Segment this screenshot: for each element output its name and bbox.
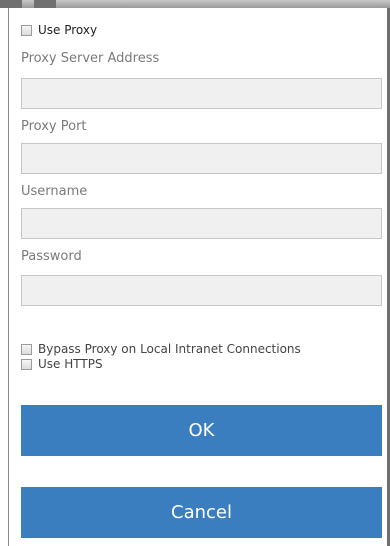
password-label: Password <box>21 249 82 264</box>
bypass-proxy-checkbox[interactable] <box>21 343 32 355</box>
window-top-strip <box>0 0 390 8</box>
ok-button[interactable]: OK <box>21 405 382 456</box>
use-proxy-label: Use Proxy <box>38 23 98 37</box>
strip-segment <box>34 0 56 8</box>
proxy-settings-panel: Use Proxy Proxy Server Address Proxy Por… <box>9 8 387 546</box>
use-proxy-option[interactable]: Use Proxy <box>21 23 97 37</box>
proxy-server-label: Proxy Server Address <box>21 51 160 66</box>
bypass-proxy-option[interactable]: Bypass Proxy on Local Intranet Connectio… <box>21 342 301 356</box>
use-https-label: Use HTTPS <box>38 357 103 371</box>
use-https-option[interactable]: Use HTTPS <box>21 357 103 371</box>
username-label: Username <box>21 184 88 199</box>
strip-segment <box>0 0 22 8</box>
left-border <box>0 8 9 546</box>
use-proxy-checkbox[interactable] <box>21 24 32 36</box>
use-https-checkbox[interactable] <box>21 358 32 370</box>
password-input[interactable] <box>21 275 382 306</box>
proxy-server-input[interactable] <box>21 78 382 109</box>
bypass-proxy-label: Bypass Proxy on Local Intranet Connectio… <box>38 342 301 356</box>
username-input[interactable] <box>21 208 382 239</box>
cancel-button[interactable]: Cancel <box>21 487 382 538</box>
proxy-port-label: Proxy Port <box>21 119 87 134</box>
proxy-port-input[interactable] <box>21 143 382 174</box>
